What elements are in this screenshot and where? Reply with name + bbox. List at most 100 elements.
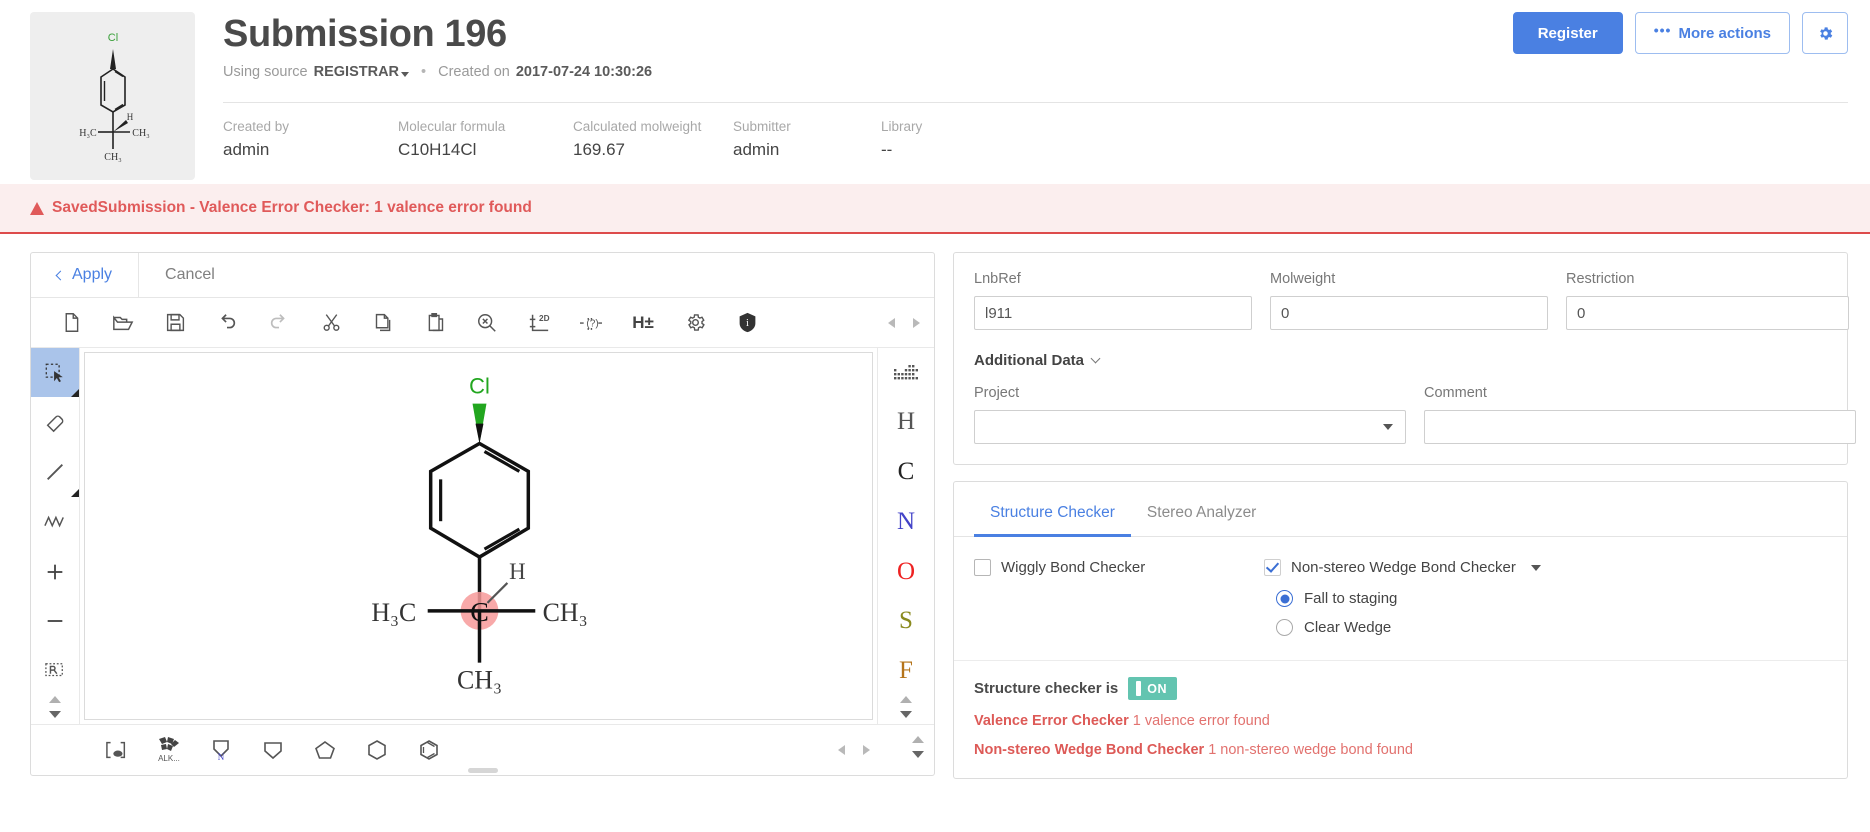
subline-separator: • bbox=[415, 64, 432, 80]
bottom-prev-arrow-icon[interactable] bbox=[838, 745, 845, 755]
atom-n[interactable]: N bbox=[878, 497, 934, 547]
add-query-icon[interactable]: (?) bbox=[565, 302, 617, 344]
cut-icon[interactable] bbox=[305, 302, 357, 344]
cyclopentadiene-ring-icon[interactable] bbox=[247, 728, 299, 772]
palette-scroll-up-arrow-icon[interactable] bbox=[900, 696, 912, 703]
gear-icon bbox=[1817, 25, 1834, 42]
periodic-table-glyph bbox=[894, 365, 918, 381]
r-group-tool[interactable] bbox=[31, 646, 79, 696]
checker-options-row: Wiggly Bond Checker Non-stereo Wedge Bon… bbox=[974, 559, 1827, 648]
additional-data-toggle[interactable]: Additional Data bbox=[974, 352, 1827, 369]
radio-fall-to-staging[interactable]: Fall to staging bbox=[1276, 590, 1541, 607]
editor-left-toolbar bbox=[31, 348, 80, 724]
metadata-row: Created by admin Molecular formula C10H1… bbox=[223, 119, 1848, 160]
open-folder-icon[interactable] bbox=[97, 302, 149, 344]
meta-value: -- bbox=[881, 140, 1001, 160]
bottom-toolbar-spinner bbox=[912, 736, 924, 764]
scroll-down-arrow-icon[interactable] bbox=[49, 711, 61, 718]
checker-message-nonstereo: Non-stereo Wedge Bond Checker 1 non-ster… bbox=[974, 742, 1827, 758]
palette-scroll-down-arrow-icon[interactable] bbox=[900, 711, 912, 718]
clean-2d-icon[interactable]: 2D bbox=[513, 302, 565, 344]
atom-o[interactable]: O bbox=[878, 547, 934, 597]
more-actions-button[interactable]: ••• More actions bbox=[1635, 12, 1790, 54]
meta-label: Submitter bbox=[733, 119, 881, 134]
paste-icon[interactable] bbox=[409, 302, 461, 344]
radio-fall-to-staging-control[interactable] bbox=[1276, 590, 1293, 607]
scroll-up-arrow-icon[interactable] bbox=[49, 696, 61, 703]
apply-button[interactable]: Apply bbox=[31, 253, 139, 297]
lnbref-input[interactable] bbox=[974, 296, 1252, 330]
source-value: REGISTRAR bbox=[314, 64, 399, 80]
atom-f[interactable]: F bbox=[878, 646, 934, 696]
bottom-scroll-up-arrow-icon[interactable] bbox=[912, 736, 924, 743]
redo-icon[interactable] bbox=[253, 302, 305, 344]
nonstereo-wedge-checkbox[interactable] bbox=[1264, 559, 1281, 576]
decrease-charge-tool[interactable] bbox=[31, 596, 79, 646]
meta-submitter: Submitter admin bbox=[733, 119, 881, 160]
nonstereo-checkbox-row[interactable]: Non-stereo Wedge Bond Checker bbox=[1264, 559, 1541, 576]
cyclopentane-ring-icon[interactable] bbox=[299, 728, 351, 772]
meta-created-by: Created by admin bbox=[223, 119, 398, 160]
benzene-ring-icon[interactable] bbox=[403, 728, 455, 772]
source-dropdown[interactable]: REGISTRAR bbox=[314, 64, 409, 80]
info-icon[interactable]: i bbox=[721, 302, 773, 344]
meta-value: admin bbox=[733, 140, 881, 160]
save-icon[interactable] bbox=[149, 302, 201, 344]
checker-message-nonstereo-title: Non-stereo Wedge Bond Checker bbox=[974, 742, 1204, 758]
comment-input[interactable] bbox=[1424, 410, 1856, 444]
cancel-button[interactable]: Cancel bbox=[139, 253, 241, 297]
pyrrole-ring-icon[interactable]: N bbox=[195, 728, 247, 772]
selection-tool[interactable] bbox=[31, 348, 79, 398]
warning-triangle-icon bbox=[30, 202, 44, 215]
editor-settings-icon[interactable] bbox=[669, 302, 721, 344]
tab-stereo-analyzer[interactable]: Stereo Analyzer bbox=[1131, 496, 1272, 537]
header-actions: Register ••• More actions bbox=[1513, 12, 1848, 54]
chevron-down-icon[interactable] bbox=[1531, 565, 1541, 571]
single-bond-tool[interactable] bbox=[31, 447, 79, 497]
atom-label-c: C bbox=[470, 596, 489, 627]
alk-group-icon[interactable]: ALK... bbox=[143, 728, 195, 772]
increase-charge-tool[interactable] bbox=[31, 547, 79, 597]
wiggly-bond-checkbox-row[interactable]: Wiggly Bond Checker bbox=[974, 559, 1264, 576]
structure-checker-toggle[interactable]: ON bbox=[1128, 677, 1177, 700]
nonstereo-column: Non-stereo Wedge Bond Checker Fall to st… bbox=[1264, 559, 1541, 648]
molecule-canvas[interactable]: Cl bbox=[84, 352, 873, 720]
copy-icon[interactable] bbox=[357, 302, 409, 344]
eraser-tool[interactable] bbox=[31, 397, 79, 447]
atom-h[interactable]: H bbox=[878, 397, 934, 447]
molweight-input[interactable] bbox=[1270, 296, 1548, 330]
undo-icon[interactable] bbox=[201, 302, 253, 344]
radio-clear-wedge-control[interactable] bbox=[1276, 619, 1293, 636]
project-select[interactable] bbox=[974, 410, 1406, 444]
bracket-group-icon[interactable] bbox=[91, 728, 143, 772]
settings-button[interactable] bbox=[1802, 12, 1848, 54]
register-button[interactable]: Register bbox=[1513, 12, 1623, 54]
hydrogen-toggle-icon[interactable]: H± bbox=[617, 302, 669, 344]
clear-zoom-icon[interactable] bbox=[461, 302, 513, 344]
bottom-scroll-down-arrow-icon[interactable] bbox=[912, 751, 924, 758]
tab-structure-checker[interactable]: Structure Checker bbox=[974, 496, 1131, 537]
alk-label: ALK... bbox=[158, 754, 180, 763]
toolbar-prev-arrow-icon[interactable] bbox=[888, 318, 895, 328]
checker-message-valence-detail: 1 valence error found bbox=[1133, 713, 1270, 729]
bottom-next-arrow-icon[interactable] bbox=[863, 745, 870, 755]
editor-canvas-area: Cl bbox=[31, 348, 934, 724]
radio-clear-wedge[interactable]: Clear Wedge bbox=[1276, 619, 1541, 636]
toolbar-next-arrow-icon[interactable] bbox=[913, 318, 920, 328]
chain-tool[interactable] bbox=[31, 497, 79, 547]
new-file-icon[interactable] bbox=[45, 302, 97, 344]
lnbref-field: LnbRef bbox=[974, 271, 1252, 330]
radio-fall-to-staging-label: Fall to staging bbox=[1304, 590, 1397, 607]
atom-c[interactable]: C bbox=[878, 447, 934, 497]
periodic-table-icon[interactable] bbox=[878, 348, 934, 398]
atom-s[interactable]: S bbox=[878, 596, 934, 646]
cyclohexane-ring-icon[interactable] bbox=[351, 728, 403, 772]
toggle-knob bbox=[1136, 681, 1141, 696]
chevron-down-icon bbox=[1383, 424, 1393, 430]
editor-scroll-handle[interactable] bbox=[468, 768, 498, 773]
restriction-field: Restriction bbox=[1566, 271, 1849, 330]
wiggly-bond-checkbox[interactable] bbox=[974, 559, 991, 576]
meta-label: Created by bbox=[223, 119, 398, 134]
thumbnail-molecule-svg: Cl H₃C CH₃ H CH₃ bbox=[38, 19, 188, 174]
restriction-input[interactable] bbox=[1566, 296, 1849, 330]
